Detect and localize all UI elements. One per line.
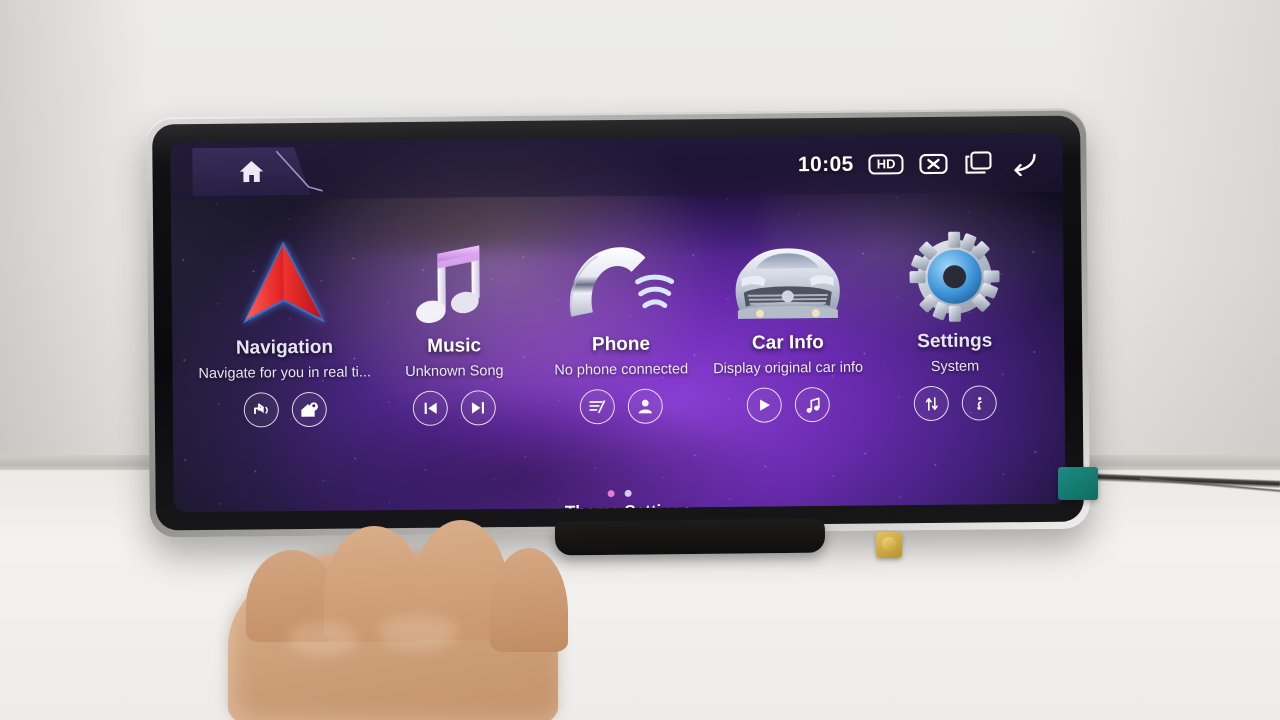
app-action-row <box>413 390 497 426</box>
app-tile-phone[interactable]: Phone No phone connected <box>536 229 705 425</box>
carinfo-play-button[interactable] <box>746 387 783 423</box>
recent-apps-icon[interactable] <box>963 150 993 176</box>
app-subtitle: Navigate for you in real ti... <box>198 364 372 383</box>
stand-gold-fitting <box>876 532 902 558</box>
status-bar-right: 10:05 HD <box>798 134 1039 194</box>
phone-handset-icon[interactable] <box>561 229 680 326</box>
app-subtitle: No phone connected <box>554 361 689 379</box>
app-subtitle: Unknown Song <box>405 363 504 381</box>
app-launcher-row: Navigation Navigate for you in real ti..… <box>171 226 1065 485</box>
hd-badge: HD <box>868 153 904 175</box>
page-dot-active[interactable] <box>607 490 615 498</box>
home-button[interactable] <box>192 147 310 196</box>
music-previous-button[interactable] <box>413 390 449 426</box>
navigation-voice-button[interactable] <box>243 392 279 428</box>
settings-transfer-button[interactable] <box>913 385 950 422</box>
photo-scene: 10:05 HD Navigation Navigate for you in … <box>0 0 1280 720</box>
app-tile-navigation[interactable]: Navigation Navigate for you in real ti..… <box>197 232 371 428</box>
navigation-home-button[interactable] <box>291 391 327 428</box>
device-bezel: 10:05 HD Navigation Navigate for you in … <box>152 115 1084 531</box>
app-action-row <box>243 391 327 428</box>
music-next-button[interactable] <box>461 390 497 426</box>
knuckle-highlight <box>378 614 458 650</box>
teal-connector <box>1058 467 1098 500</box>
app-tile-music[interactable]: Music Unknown Song <box>370 231 539 427</box>
app-title: Phone <box>591 333 651 356</box>
gear-icon[interactable] <box>908 226 1001 323</box>
status-bar: 10:05 HD <box>170 133 1063 201</box>
app-action-row <box>746 386 831 423</box>
app-title: Settings <box>917 330 993 353</box>
app-title: Music <box>427 335 482 357</box>
music-note-icon[interactable] <box>413 231 494 328</box>
theme-settings-label: Theme Settings <box>564 501 692 513</box>
knuckle-highlight <box>288 622 358 656</box>
device-stand <box>554 518 826 556</box>
head-unit-screen[interactable]: 10:05 HD Navigation Navigate for you in … <box>170 133 1066 513</box>
app-title: Car Info <box>751 332 824 354</box>
chevron-down-icon: ▼ <box>548 504 563 512</box>
user-hand <box>228 520 568 720</box>
wall-shadow-right <box>1060 0 1280 470</box>
app-subtitle: System <box>930 358 980 375</box>
mute-x-icon[interactable] <box>918 151 948 177</box>
settings-info-button[interactable] <box>961 385 997 421</box>
app-action-row <box>579 388 664 425</box>
clock: 10:05 <box>797 152 854 177</box>
home-icon <box>236 157 266 185</box>
car-front-icon[interactable] <box>717 228 858 325</box>
app-action-row <box>913 385 997 422</box>
car-head-unit-device: 10:05 HD Navigation Navigate for you in … <box>146 108 1090 538</box>
app-subtitle: Display original car info <box>713 359 864 378</box>
app-title: Navigation <box>235 336 334 359</box>
app-tile-settings[interactable]: Settings System <box>870 226 1039 422</box>
wall-shadow-left <box>0 0 150 470</box>
page-dot[interactable] <box>624 489 632 497</box>
phone-contacts-button[interactable] <box>627 388 664 424</box>
navigation-arrow-icon[interactable] <box>236 233 331 330</box>
carinfo-sound-button[interactable] <box>794 386 831 423</box>
app-tile-car-info[interactable]: Car Info Display original car info <box>703 228 872 424</box>
back-arrow-icon[interactable] <box>1008 150 1038 177</box>
phone-call-log-button[interactable] <box>579 389 616 425</box>
